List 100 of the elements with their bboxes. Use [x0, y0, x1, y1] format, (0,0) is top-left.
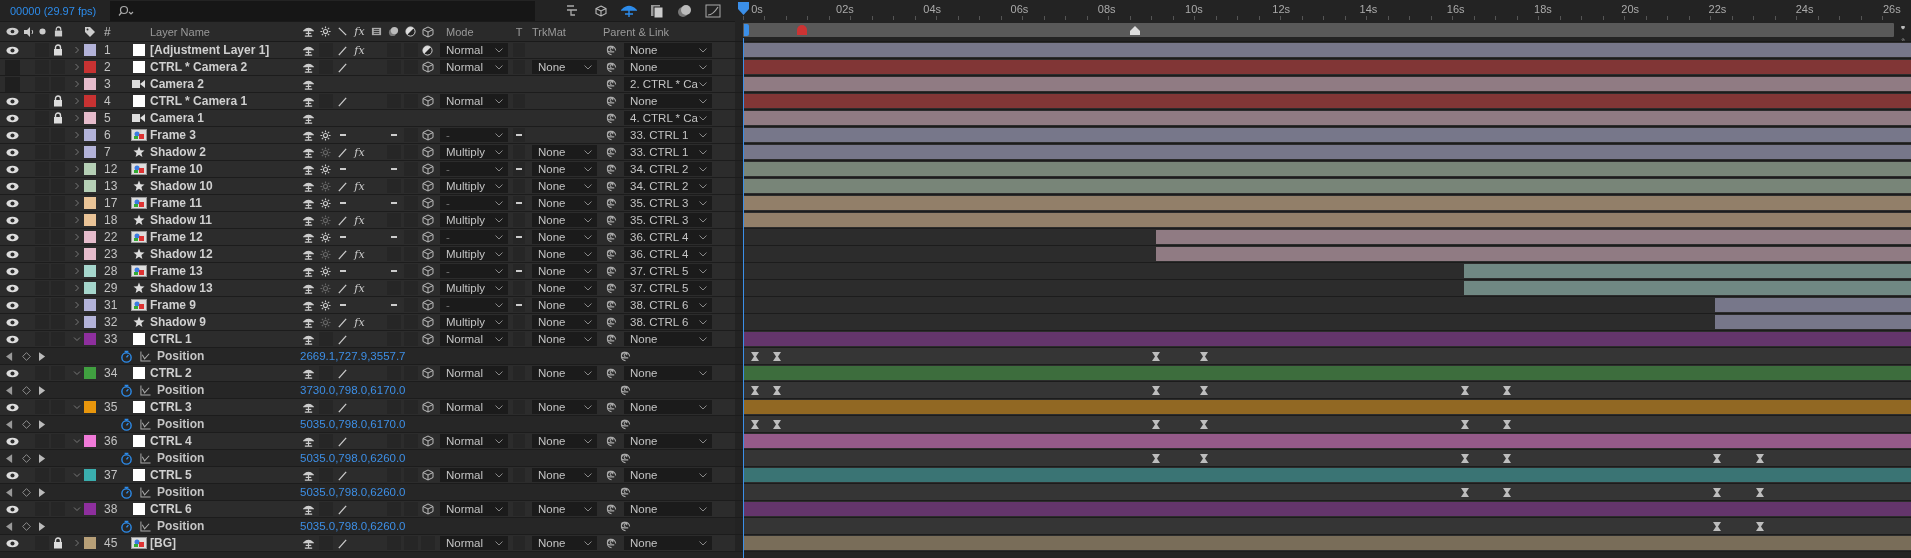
track-matte-dropdown[interactable]: None: [532, 247, 597, 261]
effects-switch[interactable]: fx: [354, 43, 365, 57]
track-matte-dropdown[interactable]: None: [532, 332, 597, 346]
pickwhip-icon[interactable]: [606, 112, 617, 124]
shy-icon[interactable]: [303, 367, 314, 379]
label-swatch[interactable]: [84, 265, 96, 277]
keyframe-icon[interactable]: [772, 420, 781, 429]
shy-icon[interactable]: [303, 503, 314, 515]
shy-toggle-icon[interactable]: [621, 3, 637, 18]
shy-icon[interactable]: [303, 316, 314, 328]
track-matte-dropdown[interactable]: None: [532, 536, 597, 550]
shy-icon[interactable]: [303, 282, 314, 294]
label-swatch[interactable]: [84, 214, 96, 226]
frame-blending-icon[interactable]: [649, 3, 665, 18]
mode-dropdown[interactable]: Normal: [440, 536, 508, 550]
track-matte-dropdown[interactable]: None: [532, 60, 597, 74]
keyframe-diamond-icon[interactable]: [21, 419, 31, 429]
label-swatch[interactable]: [84, 248, 96, 260]
parent-dropdown[interactable]: 33. CTRL 1: [624, 145, 712, 159]
position-value[interactable]: 5035.0,798.0,6170.0: [300, 418, 406, 430]
dash-icon[interactable]: [390, 236, 397, 238]
preserve-transparency-box[interactable]: [513, 230, 525, 244]
quality-icon[interactable]: [337, 95, 348, 107]
next-keyframe-icon[interactable]: [38, 351, 46, 361]
keyframe-diamond-icon[interactable]: [21, 521, 31, 531]
effects-switch[interactable]: fx: [354, 179, 365, 193]
mode-dropdown[interactable]: Normal: [440, 366, 508, 380]
layer-name[interactable]: [Adjustment Layer 1]: [150, 43, 270, 57]
preserve-transparency-box[interactable]: [513, 298, 525, 312]
mode-dropdown[interactable]: Normal: [440, 502, 508, 516]
keyframe-icon[interactable]: [750, 352, 759, 361]
parent-dropdown[interactable]: 2. CTRL * Ca: [624, 77, 712, 91]
pickwhip-icon[interactable]: [606, 214, 617, 226]
previous-keyframe-icon[interactable]: [5, 419, 13, 429]
draft-3d-icon[interactable]: [593, 3, 609, 18]
mode-dropdown[interactable]: -: [440, 264, 508, 278]
next-keyframe-icon[interactable]: [38, 487, 46, 497]
quality-icon[interactable]: [337, 146, 348, 158]
cube-icon[interactable]: [421, 197, 434, 209]
parent-dropdown[interactable]: 35. CTRL 3: [624, 213, 712, 227]
position-value[interactable]: 3730.0,798.0,6170.0: [300, 384, 406, 396]
half-circle-icon[interactable]: [422, 44, 433, 56]
track-matte-dropdown[interactable]: None: [532, 213, 597, 227]
position-value[interactable]: 5035.0,798.0,6260.0: [300, 452, 406, 464]
graph-icon[interactable]: [139, 418, 151, 430]
pickwhip-icon[interactable]: [606, 401, 617, 413]
graph-icon[interactable]: [139, 350, 151, 362]
shy-icon[interactable]: [303, 401, 314, 413]
keyframe-icon[interactable]: [1713, 488, 1722, 497]
stopwatch-icon[interactable]: [119, 383, 133, 397]
quality-icon[interactable]: [337, 503, 348, 515]
previous-keyframe-icon[interactable]: [5, 487, 13, 497]
label-swatch[interactable]: [84, 333, 96, 345]
cube-icon[interactable]: [421, 214, 434, 226]
lock-icon[interactable]: [53, 112, 63, 124]
label-swatch[interactable]: [84, 401, 96, 413]
cube-icon[interactable]: [421, 231, 434, 243]
keyframe-icon[interactable]: [1713, 522, 1722, 531]
keyframe-icon[interactable]: [1713, 454, 1722, 463]
keyframe-icon[interactable]: [1460, 454, 1469, 463]
shy-icon[interactable]: [303, 248, 314, 260]
parent-dropdown[interactable]: None: [624, 502, 712, 516]
quality-icon[interactable]: [337, 469, 348, 481]
layer-name[interactable]: Camera 2: [150, 77, 205, 91]
track-matte-dropdown[interactable]: None: [532, 145, 597, 159]
label-swatch[interactable]: [84, 163, 96, 175]
layer-name[interactable]: CTRL 5: [150, 468, 192, 482]
parent-dropdown[interactable]: 36. CTRL 4: [624, 247, 712, 261]
pickwhip-icon[interactable]: [620, 520, 631, 532]
keyframe-icon[interactable]: [1502, 454, 1511, 463]
graph-icon[interactable]: [139, 452, 151, 464]
effects-switch[interactable]: fx: [354, 145, 365, 159]
pickwhip-icon[interactable]: [606, 180, 617, 192]
dash-icon[interactable]: [339, 134, 346, 136]
stopwatch-icon[interactable]: [119, 519, 133, 533]
keyframe-icon[interactable]: [772, 386, 781, 395]
keyframe-icon[interactable]: [1502, 488, 1511, 497]
previous-keyframe-icon[interactable]: [5, 453, 13, 463]
layer-name[interactable]: CTRL 2: [150, 366, 192, 380]
pickwhip-icon[interactable]: [606, 333, 617, 345]
parent-dropdown[interactable]: None: [624, 468, 712, 482]
dash-icon[interactable]: [339, 236, 346, 238]
quality-icon[interactable]: [337, 61, 348, 73]
quality-icon[interactable]: [337, 214, 348, 226]
pickwhip-icon[interactable]: [606, 44, 617, 56]
layer-name[interactable]: Shadow 12: [150, 247, 213, 261]
quality-icon[interactable]: [337, 44, 348, 56]
track-matte-dropdown[interactable]: None: [532, 434, 597, 448]
label-swatch[interactable]: [84, 367, 96, 379]
track-matte-dropdown[interactable]: None: [532, 264, 597, 278]
shy-icon[interactable]: [303, 197, 314, 209]
shy-icon[interactable]: [303, 537, 314, 549]
layer-name[interactable]: Shadow 13: [150, 281, 213, 295]
pickwhip-icon[interactable]: [620, 384, 631, 396]
parent-dropdown[interactable]: 38. CTRL 6: [624, 298, 712, 312]
parent-dropdown[interactable]: None: [624, 400, 712, 414]
position-value[interactable]: 5035.0,798.0,6260.0: [300, 520, 406, 532]
stopwatch-icon[interactable]: [119, 451, 133, 465]
keyframe-icon[interactable]: [1502, 420, 1511, 429]
label-swatch[interactable]: [84, 129, 96, 141]
